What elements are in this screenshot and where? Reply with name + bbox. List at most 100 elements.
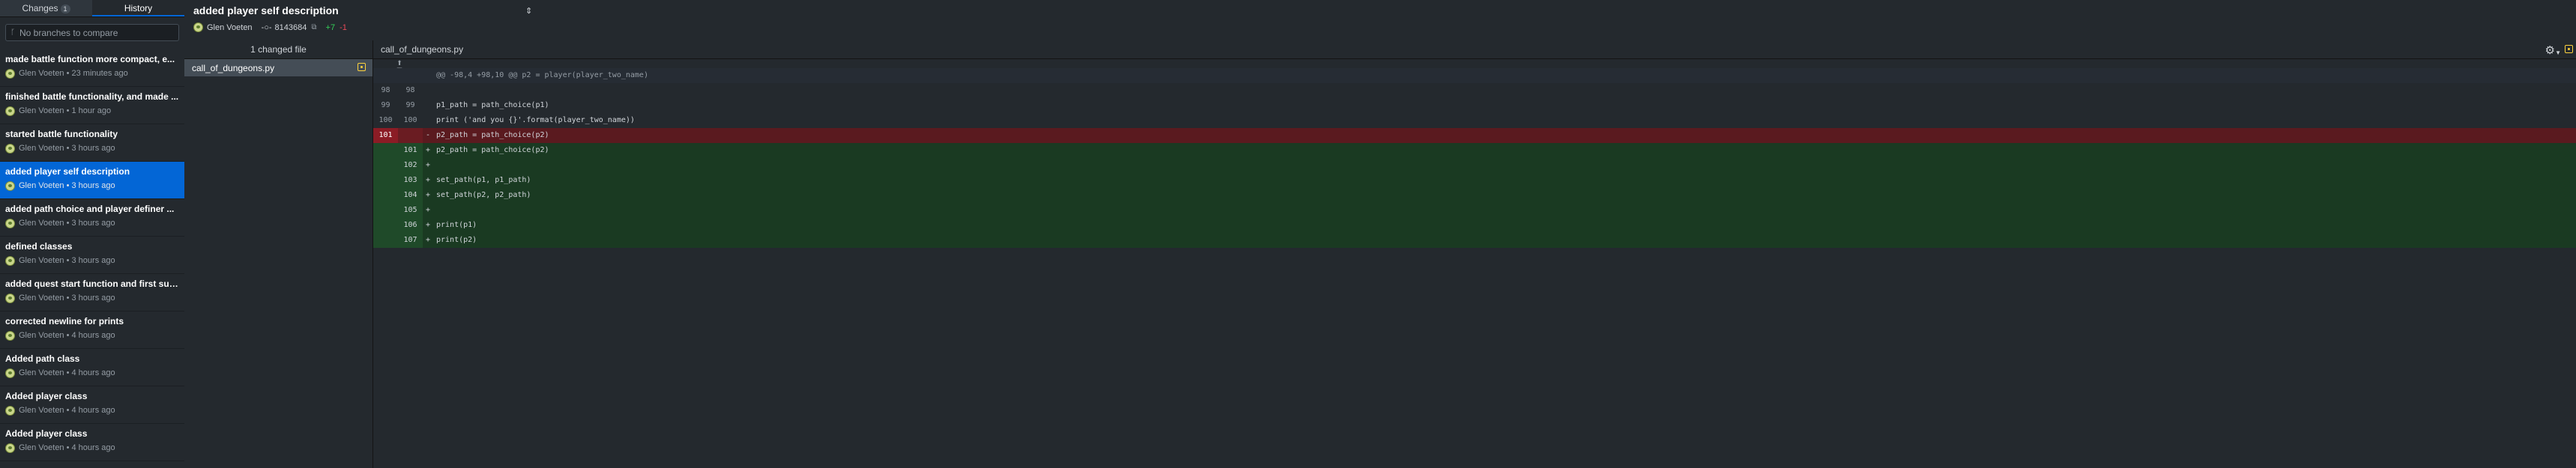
new-line-number: 99 [398, 98, 423, 113]
avatar [5, 330, 15, 341]
commit-meta: Glen Voeten • 23 minutes ago [19, 69, 128, 78]
line-content: p2_path = path_choice(p2) [436, 146, 549, 154]
commit-item[interactable]: Added player class Glen Voeten • 4 hours… [0, 424, 184, 461]
commit-item[interactable]: made battle function more compact, e... … [0, 49, 184, 87]
commit-item[interactable]: added path choice and player definer ...… [0, 199, 184, 237]
diff-filename: call_of_dungeons.py [381, 44, 464, 55]
commit-meta: Glen Voeten • 3 hours ago [19, 294, 115, 303]
tab-history[interactable]: History [92, 0, 184, 16]
old-line-number [373, 233, 398, 248]
commit-summary: added player self description [5, 166, 130, 177]
commit-metadata: Glen Voeten -○- 8143684 ⧉ +7 -1 [193, 22, 347, 32]
commit-header: added player self description ⇕ Glen Voe… [184, 0, 2576, 40]
hunk-header-text: @@ -98,4 +98,10 @@ p2 = player(player_tw… [436, 71, 648, 79]
diff-marker: + [425, 161, 431, 169]
diff-line: 99 99 p1_path = path_choice(p1) [373, 98, 2576, 113]
commit-summary: Added player class [5, 428, 88, 439]
diff-line-added: 105 + [373, 203, 2576, 218]
new-line-number: 105 [398, 203, 423, 218]
diff-marker [423, 83, 433, 98]
commit-meta: Glen Voeten • 3 hours ago [19, 219, 115, 228]
branch-icon: ᚴ [10, 28, 15, 37]
diff-line-added: 104 + set_path(p2, p2_path) [373, 188, 2576, 203]
avatar [5, 255, 15, 266]
diff-line-added: 102 + [373, 158, 2576, 173]
line-content: print(p1) [436, 221, 477, 229]
line-content: set_path(p2, p2_path) [436, 191, 531, 199]
old-line-number [373, 173, 398, 188]
commit-summary: Added path class [5, 353, 80, 364]
chevron-down-icon[interactable]: ▼ [2555, 44, 2561, 62]
diff-marker: + [425, 221, 431, 229]
commit-item[interactable]: corrected newline for prints Glen Voeten… [0, 312, 184, 349]
diff-marker: - [425, 131, 431, 139]
line-content: print(p2) [436, 236, 477, 244]
commit-title: added player self description [193, 4, 339, 16]
avatar [5, 405, 15, 416]
branch-compare-input[interactable]: ᚴ No branches to compare [5, 24, 179, 41]
tab-history-label: History [124, 3, 153, 13]
diff-line-added: 101 + p2_path = path_choice(p2) [373, 143, 2576, 158]
gear-icon[interactable]: ⚙ [2545, 42, 2555, 60]
tab-changes[interactable]: Changes 1 [0, 0, 92, 16]
commit-item[interactable]: Added path class Glen Voeten • 4 hours a… [0, 349, 184, 386]
commit-summary: added path choice and player definer ... [5, 204, 175, 214]
commit-meta: Glen Voeten • 3 hours ago [19, 144, 115, 153]
branch-compare-placeholder: No branches to compare [19, 27, 118, 38]
old-line-number: 101 [373, 128, 398, 143]
commit-meta: Glen Voeten • 4 hours ago [19, 406, 115, 415]
diff-line: 98 98 [373, 83, 2576, 98]
modified-icon [358, 63, 366, 71]
diff-pane: call_of_dungeons.py ⚙ ▼ ⬆‾‾ @@ -98,4 +98… [373, 40, 2576, 468]
history-pane: Changes 1 History ᚴ No branches to compar… [0, 0, 185, 468]
expand-description-icon[interactable]: ⇕ [525, 6, 532, 16]
new-line-number: 107 [398, 233, 423, 248]
diff-line-added: 103 + set_path(p1, p1_path) [373, 173, 2576, 188]
avatar [5, 143, 15, 154]
commit-item[interactable]: Added player class Glen Voeten • 4 hours… [0, 386, 184, 424]
commit-summary: finished battle functionality, and made … [5, 91, 179, 102]
deletions-count: -1 [340, 22, 347, 32]
tab-changes-label: Changes [22, 3, 58, 13]
changed-files-heading: 1 changed file [184, 40, 372, 59]
avatar [5, 180, 15, 191]
line-content: print ('and you {}'.format(player_two_na… [436, 116, 635, 124]
expand-up-icon[interactable]: ⬆‾‾ [373, 59, 426, 75]
commit-sha[interactable]: 8143684 [275, 23, 307, 32]
avatar [5, 443, 15, 453]
commit-item[interactable]: defined classes Glen Voeten • 3 hours ag… [0, 237, 184, 274]
commit-item[interactable]: finished battle functionality, and made … [0, 87, 184, 124]
old-line-number [373, 203, 398, 218]
avatar [5, 293, 15, 303]
diff-marker: + [425, 146, 431, 154]
diff-lines: @@ -98,4 +98,10 @@ p2 = player(player_tw… [373, 68, 2576, 248]
diff-header: call_of_dungeons.py ⚙ ▼ [373, 40, 2576, 59]
commit-icon: -○- [261, 22, 272, 32]
diff-line-added: 107 + print(p2) [373, 233, 2576, 248]
diff-line-deleted: 101 - p2_path = path_choice(p2) [373, 128, 2576, 143]
file-name: call_of_dungeons.py [192, 62, 275, 73]
old-line-number: 99 [373, 98, 398, 113]
old-line-number [373, 143, 398, 158]
commit-item[interactable]: added quest start function and first suc… [0, 274, 184, 312]
diff-marker: + [425, 176, 431, 184]
commit-meta: Glen Voeten • 1 hour ago [19, 106, 112, 115]
commit-summary: made battle function more compact, e... [5, 54, 175, 64]
commit-summary: started battle functionality [5, 129, 118, 139]
old-line-number [373, 218, 398, 233]
avatar [5, 106, 15, 116]
commit-item[interactable]: started battle functionality Glen Voeten… [0, 124, 184, 162]
file-item[interactable]: call_of_dungeons.py [184, 59, 372, 76]
new-line-number: 106 [398, 218, 423, 233]
commit-item-selected[interactable]: added player self description Glen Voete… [0, 162, 184, 199]
copy-sha-icon[interactable]: ⧉ [311, 23, 316, 31]
modified-icon [2565, 45, 2573, 53]
diff-marker: + [425, 191, 431, 199]
line-content [433, 83, 2576, 98]
commit-meta: Glen Voeten • 3 hours ago [19, 256, 115, 265]
diff-line-added: 106 + print(p1) [373, 218, 2576, 233]
new-line-number: 102 [398, 158, 423, 173]
line-content: set_path(p1, p1_path) [436, 176, 531, 184]
new-line-number: 103 [398, 173, 423, 188]
old-line-number: 98 [373, 83, 398, 98]
